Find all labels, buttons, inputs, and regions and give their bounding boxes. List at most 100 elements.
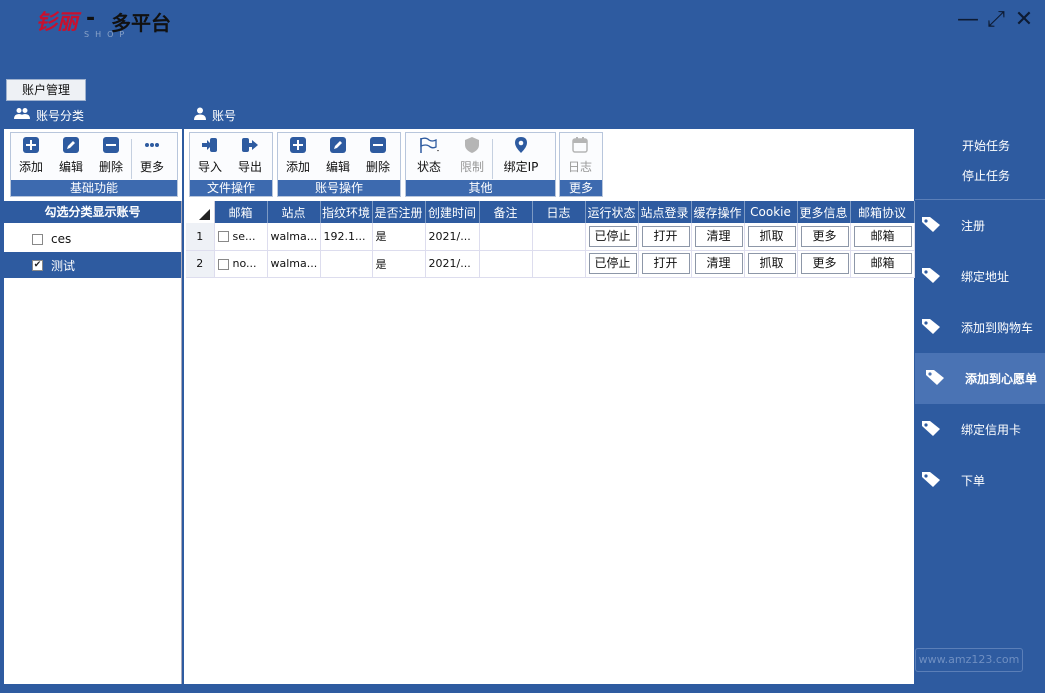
row-number: 2 — [186, 250, 215, 278]
category-panel-title: 账号分类 — [36, 109, 85, 123]
calendar-icon — [560, 135, 600, 155]
limit-button[interactable]: 限制 — [452, 135, 492, 175]
category-checkbox-checked[interactable]: ✔ — [32, 259, 43, 271]
column-header-created-time[interactable]: 创建时间 — [425, 201, 480, 223]
env-cell[interactable]: 192.1... — [320, 223, 373, 251]
stop-task-button[interactable]: 停止任务 — [915, 161, 1045, 191]
column-header-note[interactable]: 备注 — [479, 201, 533, 223]
email-cell[interactable]: se... — [214, 223, 268, 251]
registered-cell[interactable]: 是 — [372, 250, 426, 278]
bind-ip-button[interactable]: 绑定IP — [493, 135, 549, 175]
grab-cookie-button[interactable]: 抓取 — [747, 225, 796, 247]
action-register[interactable]: 注册 — [915, 200, 1045, 251]
run-status-cell: 已停止 — [585, 223, 639, 251]
clear-cache-button[interactable]: 清理 — [694, 225, 743, 247]
row-checkbox[interactable] — [217, 258, 229, 270]
category-panel-header: 账号分类 — [4, 104, 182, 129]
category-checkbox[interactable] — [32, 233, 43, 245]
plus-icon — [11, 135, 51, 155]
close-button[interactable]: ✕ — [1012, 8, 1036, 32]
category-item-test[interactable]: ✔ 测试 — [4, 252, 181, 278]
maximize-button[interactable]: ⤢ — [984, 8, 1008, 32]
email-cell[interactable]: no... — [214, 250, 268, 278]
email-protocol-cell: 邮箱 — [850, 223, 915, 251]
minus-icon — [91, 135, 131, 155]
email-protocol-button[interactable]: 邮箱 — [853, 225, 912, 247]
column-header-cache[interactable]: 缓存操作 — [691, 201, 745, 223]
column-header-more-info[interactable]: 更多信息 — [797, 201, 851, 223]
other-group: 状态 限制 绑定IP 其他 — [405, 132, 556, 197]
cookie-cell: 抓取 — [744, 250, 798, 278]
run-status-cell: 已停止 — [585, 250, 639, 278]
note-cell[interactable] — [479, 250, 533, 278]
action-add-to-cart[interactable]: 添加到购物车 — [915, 302, 1045, 353]
tags-icon — [921, 419, 943, 440]
column-header-fingerprint-env[interactable]: 指纹环境 — [320, 201, 373, 223]
tags-icon — [925, 368, 947, 389]
shield-icon — [452, 135, 492, 155]
open-site-button[interactable]: 打开 — [641, 253, 690, 274]
column-header-email[interactable]: 邮箱 — [214, 201, 268, 223]
action-bind-address[interactable]: 绑定地址 — [915, 251, 1045, 302]
cookie-cell: 抓取 — [744, 223, 798, 251]
column-header-run-status[interactable]: 运行状态 — [585, 201, 639, 223]
tags-icon — [921, 317, 943, 338]
row-checkbox[interactable] — [217, 231, 229, 243]
column-header-log[interactable]: 日志 — [532, 201, 586, 223]
task-panel: 开始任务 停止任务 注册 绑定地址 添加到购物车 添加到心愿单 绑定信用卡 下单 — [915, 130, 1045, 684]
note-cell[interactable] — [479, 223, 533, 251]
account-delete-button[interactable]: 删除 — [358, 135, 398, 175]
start-task-button[interactable]: 开始任务 — [915, 131, 1045, 161]
minus-icon — [358, 135, 398, 155]
category-item-ces[interactable]: ces — [4, 226, 181, 252]
minimize-button[interactable]: — — [956, 8, 980, 32]
category-more-button[interactable]: 更多 — [132, 135, 172, 175]
run-status-button[interactable]: 已停止 — [588, 253, 637, 274]
column-header-site[interactable]: 站点 — [267, 201, 321, 223]
pencil-icon — [51, 135, 91, 155]
status-dropdown-button[interactable]: 状态 — [406, 135, 452, 175]
env-cell[interactable] — [320, 250, 373, 278]
email-protocol-button[interactable]: 邮箱 — [853, 253, 912, 274]
log-button[interactable]: 日志 — [560, 135, 600, 175]
registered-cell[interactable]: 是 — [372, 223, 426, 251]
column-header-cookie[interactable]: Cookie — [744, 201, 798, 223]
tab-account-management[interactable]: 账户管理 — [6, 79, 86, 101]
action-bind-credit-card[interactable]: 绑定信用卡 — [915, 404, 1045, 455]
account-table: 邮箱 站点 指纹环境 是否注册 创建时间 备注 日志 运行状态 站点登录 缓存操… — [186, 201, 915, 278]
category-delete-button[interactable]: 删除 — [91, 135, 131, 175]
created-cell[interactable]: 2021/... — [425, 223, 480, 251]
site-login-cell: 打开 — [638, 223, 692, 251]
category-add-button[interactable]: 添加 — [11, 135, 51, 175]
site-cell[interactable]: walma... — [267, 223, 321, 251]
account-add-button[interactable]: 添加 — [278, 135, 318, 175]
select-all-corner[interactable] — [186, 201, 215, 223]
open-site-button[interactable]: 打开 — [641, 225, 690, 247]
column-header-registered[interactable]: 是否注册 — [372, 201, 426, 223]
category-edit-button[interactable]: 编辑 — [51, 135, 91, 175]
log-cell[interactable] — [532, 250, 586, 278]
flag-icon — [406, 135, 452, 155]
more-info-button[interactable]: 更多 — [800, 253, 849, 274]
more-label: 更多 — [560, 180, 602, 196]
users-icon — [14, 104, 30, 129]
clear-cache-button[interactable]: 清理 — [694, 253, 743, 274]
export-button[interactable]: 导出 — [230, 135, 270, 175]
table-row[interactable]: 2 no... walma... 是 2021/... 已停止 打开 清理 抓取… — [186, 250, 915, 278]
import-button[interactable]: 导入 — [190, 135, 230, 175]
created-cell[interactable]: 2021/... — [425, 250, 480, 278]
log-cell[interactable] — [532, 223, 586, 251]
row-number: 1 — [186, 223, 215, 251]
more-info-button[interactable]: 更多 — [800, 225, 849, 247]
grab-cookie-button[interactable]: 抓取 — [747, 253, 796, 274]
column-header-email-protocol[interactable]: 邮箱协议 — [850, 201, 915, 223]
run-status-button[interactable]: 已停止 — [588, 225, 637, 247]
action-add-to-wishlist[interactable]: 添加到心愿单 — [915, 353, 1045, 404]
site-login-cell: 打开 — [638, 250, 692, 278]
site-cell[interactable]: walma... — [267, 250, 321, 278]
table-row[interactable]: 1 se... walma... 192.1... 是 2021/... 已停止… — [186, 223, 915, 251]
action-place-order[interactable]: 下单 — [915, 455, 1045, 506]
column-header-site-login[interactable]: 站点登录 — [638, 201, 692, 223]
account-edit-button[interactable]: 编辑 — [318, 135, 358, 175]
account-panel-header: 账号 — [184, 104, 914, 129]
